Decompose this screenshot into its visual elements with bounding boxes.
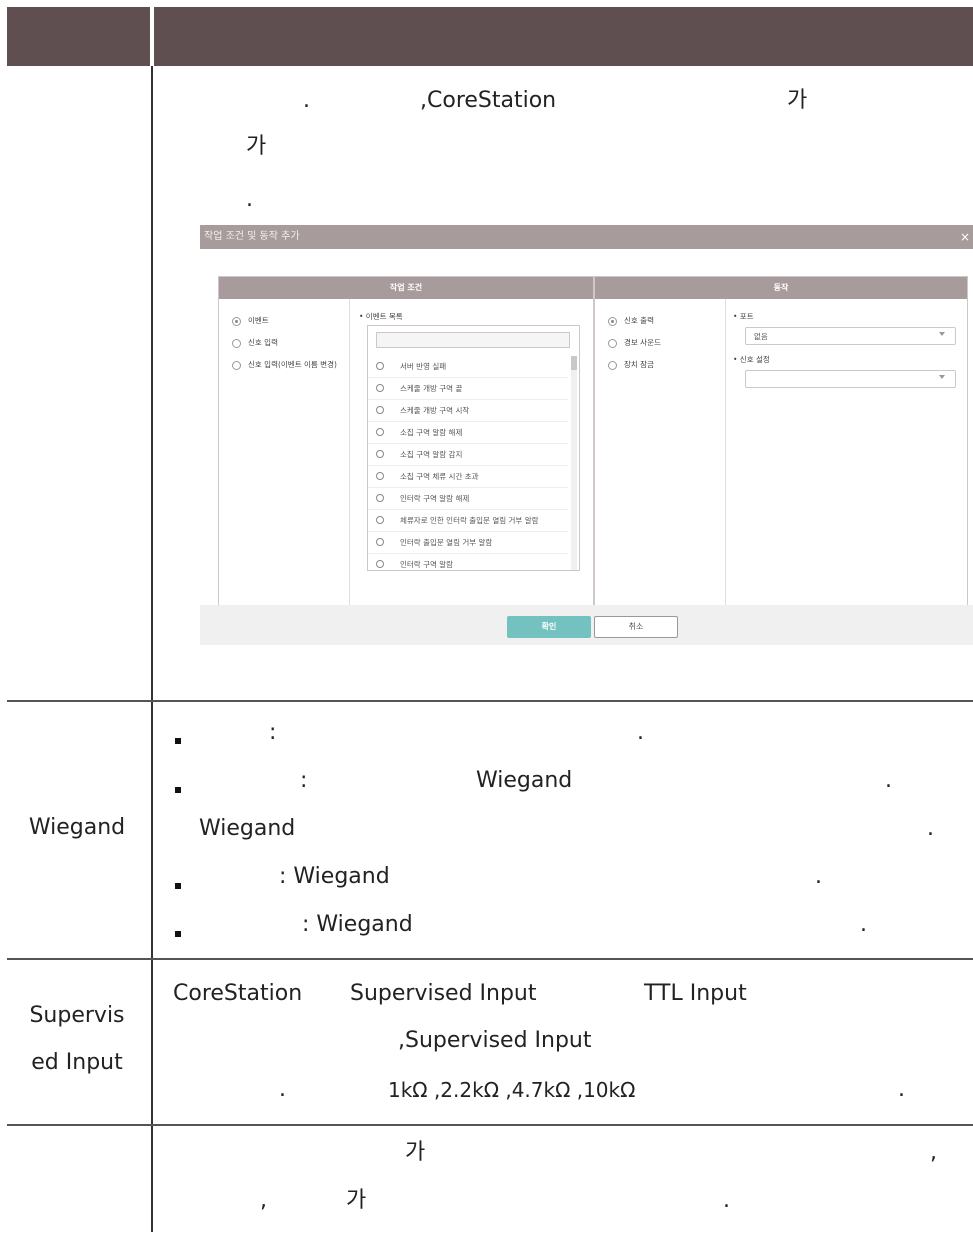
row3-text: Supervised Input (350, 981, 537, 1006)
row2-text: : (269, 720, 277, 745)
radio-label: 신호 입력 (248, 338, 278, 347)
confirm-button[interactable]: 확인 (507, 616, 591, 638)
radio-label: 장치 잠금 (624, 360, 654, 369)
radio-label: 신호 출력 (624, 316, 654, 325)
row3-text: . (898, 1077, 905, 1102)
header-divider (150, 7, 154, 66)
row1-text: . (246, 187, 253, 212)
port-label: • 포트 (733, 312, 754, 321)
event-list-scrollbar[interactable] (571, 356, 577, 570)
row2-text: . (815, 864, 822, 889)
row-label-supervised-1: Supervis (29, 1003, 125, 1028)
radio-icon (376, 362, 384, 370)
dialog-title: 작업 조건 및 동작 추가 (204, 231, 300, 242)
bullet (175, 787, 181, 793)
document-page: . ,CoreStation 가 가 . 작업 조건 및 동작 추가 × 작업 … (0, 0, 973, 1238)
scrollbar-thumb[interactable] (571, 356, 577, 370)
list-item[interactable]: 소집 구역 체류 시간 초과 (368, 465, 568, 488)
close-icon[interactable]: × (960, 225, 970, 249)
panel-divider (725, 299, 726, 612)
radio-label: 신호 입력(이벤트 이름 변경) (248, 360, 337, 369)
row1-text: 가 (246, 134, 267, 159)
row3-text: TTL Input (644, 981, 747, 1006)
row2-text: . (927, 816, 934, 841)
radio-label: 이벤트 (248, 316, 269, 325)
chevron-down-icon (939, 332, 945, 336)
row-label-wiegand: Wiegand (28, 815, 126, 840)
radio-alarm-sound[interactable] (608, 339, 617, 348)
radio-device-lock[interactable] (608, 361, 617, 370)
dialog-title-bar: 작업 조건 및 동작 추가 × (200, 225, 973, 249)
row2-text: . (860, 912, 867, 937)
row3-text: ,Supervised Input (398, 1028, 592, 1053)
panel-divider (349, 299, 350, 612)
row3-text: CoreStation (173, 981, 303, 1006)
row1-text: . (303, 88, 310, 113)
row1-text: ,CoreStation (420, 88, 557, 113)
chevron-down-icon (939, 375, 945, 379)
cancel-button[interactable]: 취소 (594, 616, 678, 638)
row4-text: 가 (346, 1188, 367, 1213)
row1-text: 가 (787, 88, 808, 113)
list-item[interactable]: 인터락 구역 알람 (368, 553, 568, 570)
row-divider (7, 1124, 973, 1126)
radio-icon (376, 450, 384, 458)
table-column-divider (151, 66, 153, 1232)
row2-text: Wiegand (476, 768, 573, 793)
condition-panel: 작업 조건 이벤트 신호 입력 신호 입력(이벤트 이름 변경) • 이벤트 목… (218, 276, 594, 614)
row4-text: . (723, 1188, 730, 1213)
radio-icon (376, 516, 384, 524)
action-panel-header: 동작 (595, 277, 967, 299)
signal-select[interactable] (745, 370, 956, 388)
list-item[interactable]: 서버 반영 실패 (368, 355, 568, 378)
event-list-label: • 이벤트 목록 (359, 312, 403, 321)
row2-text: : (300, 768, 308, 793)
row2-text: Wiegand (199, 816, 296, 841)
list-item[interactable]: 소집 구역 알람 감지 (368, 443, 568, 466)
radio-icon (376, 560, 384, 568)
radio-icon (376, 406, 384, 414)
row3-text: . (279, 1077, 286, 1102)
bullet (175, 738, 181, 744)
signal-label: • 신호 설정 (733, 355, 770, 364)
radio-icon (376, 384, 384, 392)
radio-event[interactable] (232, 317, 241, 326)
list-item[interactable]: 스케줄 개방 구역 끝 (368, 377, 568, 400)
list-item[interactable]: 소집 구역 알람 해제 (368, 421, 568, 444)
event-search-input[interactable] (376, 332, 570, 348)
radio-signal-output[interactable] (608, 317, 617, 326)
action-dialog-screenshot: 작업 조건 및 동작 추가 × 작업 조건 이벤트 신호 입력 신호 입력(이벤… (200, 225, 973, 645)
list-item[interactable]: 인터락 출입문 열림 거부 알람 (368, 531, 568, 554)
list-item[interactable]: 인터락 구역 알람 해제 (368, 487, 568, 510)
row-label-supervised-2: ed Input (31, 1050, 123, 1075)
row-divider (7, 958, 973, 960)
row2-text: : Wiegand (279, 864, 390, 889)
event-list[interactable]: 서버 반영 실패 스케줄 개방 구역 끝 스케줄 개방 구역 시작 소집 구역 … (367, 325, 580, 571)
radio-label: 경보 사운드 (624, 338, 661, 347)
bullet (175, 883, 181, 889)
port-select[interactable]: 없음 (745, 327, 956, 345)
radio-icon (376, 538, 384, 546)
radio-icon (376, 472, 384, 480)
row4-text: , (930, 1140, 937, 1165)
row3-text: 1kΩ ,2.2kΩ ,4.7kΩ ,10kΩ (388, 1078, 636, 1102)
bullet (175, 931, 181, 937)
row2-text: . (637, 720, 644, 745)
radio-signal-input-rename[interactable] (232, 361, 241, 370)
row4-text: , (260, 1188, 267, 1213)
condition-panel-header: 작업 조건 (219, 277, 593, 299)
radio-icon (376, 494, 384, 502)
list-item[interactable]: 스케줄 개방 구역 시작 (368, 399, 568, 422)
list-item[interactable]: 체류자로 인한 인터락 출입문 열림 거부 알람 (368, 509, 568, 532)
row4-text: 가 (405, 1140, 426, 1165)
row-divider (7, 700, 973, 702)
row2-text: . (885, 768, 892, 793)
radio-icon (376, 428, 384, 436)
radio-signal-input[interactable] (232, 339, 241, 348)
action-panel: 동작 신호 출력 경보 사운드 장치 잠금 • 포트 없음 • 신호 설정 (594, 276, 968, 614)
row2-text: : Wiegand (302, 912, 413, 937)
